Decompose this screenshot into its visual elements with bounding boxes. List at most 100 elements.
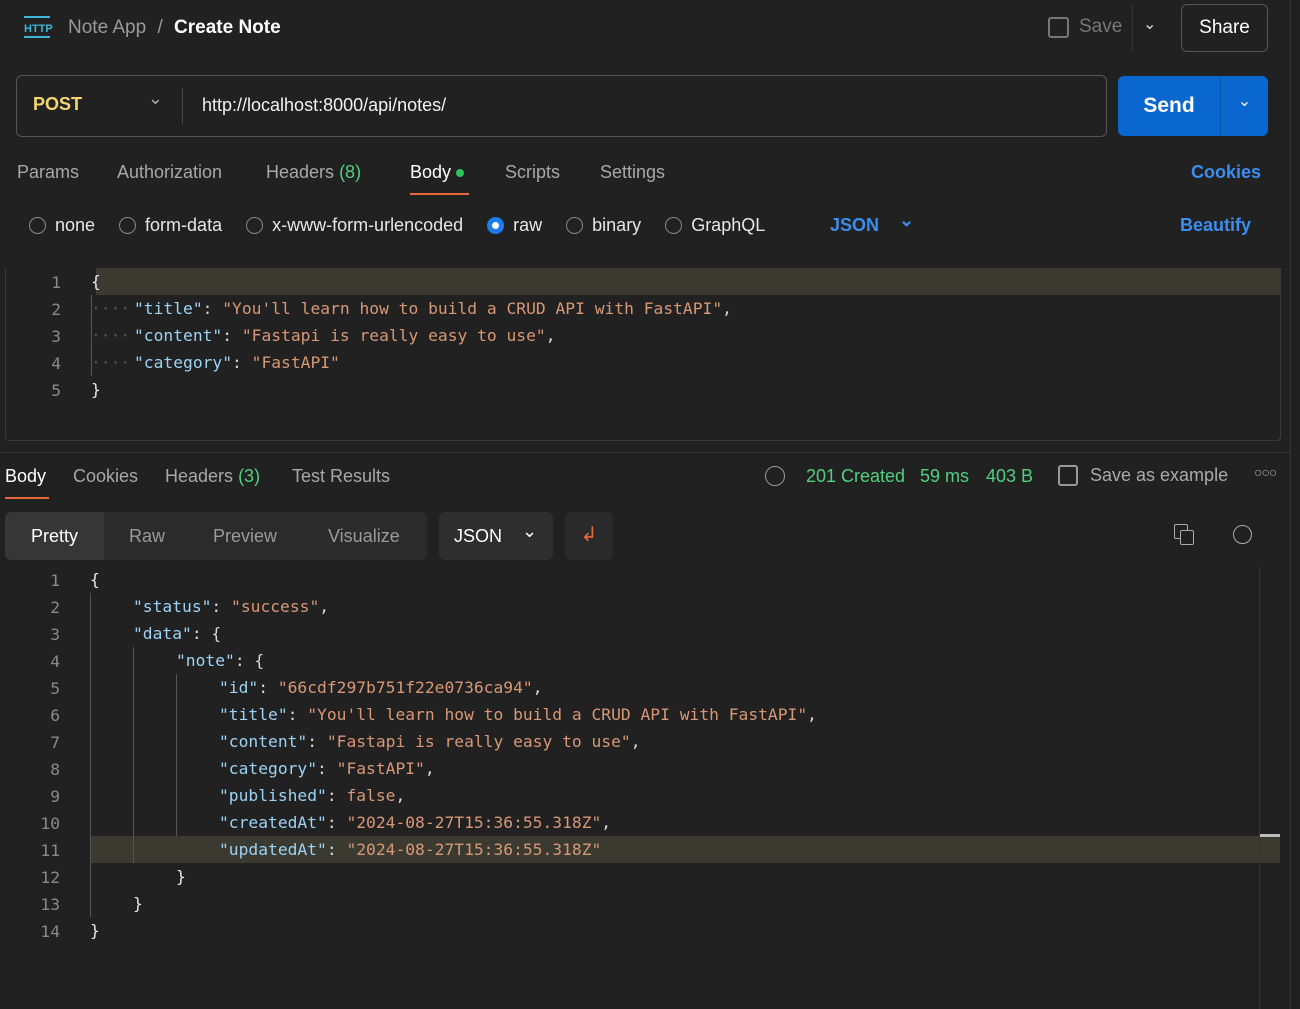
code-token: : xyxy=(326,840,347,859)
radio-icon[interactable] xyxy=(246,217,264,234)
tab-scripts[interactable]: Scripts xyxy=(505,162,560,183)
resp-tab-body[interactable]: Body xyxy=(5,466,46,487)
response-time[interactable]: 59 ms xyxy=(920,466,969,487)
response-format-select[interactable]: JSON ⌄ xyxy=(439,512,553,560)
code-token: } xyxy=(90,921,100,940)
code-token: } xyxy=(133,894,143,913)
tab-authorization[interactable]: Authorization xyxy=(117,162,222,183)
body-type-x-www-form-urlencoded[interactable]: x-www-form-urlencoded xyxy=(246,215,463,236)
breadcrumb-parent[interactable]: Note App xyxy=(68,17,146,38)
send-options-chevron-icon[interactable]: ⌄ xyxy=(1220,76,1268,136)
resp-tab-cookies[interactable]: Cookies xyxy=(73,466,138,487)
radio-icon[interactable] xyxy=(119,217,137,234)
url-input[interactable]: http://localhost:8000/api/notes/ xyxy=(202,95,446,116)
line-number: 5 xyxy=(51,381,61,400)
code-token: , xyxy=(722,299,732,318)
indent-guide xyxy=(133,647,134,863)
code-token: , xyxy=(601,813,612,832)
code-token: "title" xyxy=(219,705,288,724)
code-line: { xyxy=(90,566,1280,593)
search-icon[interactable] xyxy=(1233,525,1252,544)
tab-settings[interactable]: Settings xyxy=(600,162,665,183)
save-as-example-button[interactable]: Save as example xyxy=(1058,465,1228,486)
body-type-none[interactable]: none xyxy=(29,215,95,236)
code-token: "title" xyxy=(134,299,203,318)
tab-body[interactable]: Body xyxy=(410,162,465,183)
chevron-down-icon: ⌄ xyxy=(522,521,538,541)
save-dropdown-chevron-icon[interactable]: ⌄ xyxy=(1143,14,1156,34)
view-visualize[interactable]: Visualize xyxy=(328,526,400,547)
scrollbar[interactable] xyxy=(1259,566,1280,1009)
code-line: "data": { xyxy=(133,620,1280,647)
line-number: 7 xyxy=(50,733,60,752)
body-type-graphql[interactable]: GraphQL xyxy=(665,215,765,236)
chevron-down-icon: ⌄ xyxy=(147,88,163,108)
view-raw[interactable]: Raw xyxy=(129,526,165,547)
format-label: JSON xyxy=(830,215,880,235)
save-label: Save xyxy=(1079,16,1123,37)
radio-icon[interactable] xyxy=(29,217,46,234)
send-button[interactable]: Send xyxy=(1118,76,1220,136)
wrap-lines-icon[interactable]: ↲ xyxy=(565,512,613,560)
code-token: "You'll learn how to build a CRUD API wi… xyxy=(307,705,808,724)
code-token: : xyxy=(317,759,337,778)
resp-tab-test-results[interactable]: Test Results xyxy=(292,466,390,487)
cookies-link[interactable]: Cookies xyxy=(1191,162,1261,183)
code-line: ···· "category": "FastAPI" xyxy=(91,349,1280,376)
tab-headers[interactable]: Headers (8) xyxy=(266,162,361,183)
code-token: "66cdf297b751f22e0736ca94" xyxy=(277,678,533,697)
code-token: "FastAPI" xyxy=(251,353,340,372)
beautify-button[interactable]: Beautify xyxy=(1180,215,1251,236)
radio-label: binary xyxy=(592,215,642,235)
share-button[interactable]: Share xyxy=(1181,4,1268,52)
radio-label: GraphQL xyxy=(691,215,766,235)
tab-params[interactable]: Params xyxy=(17,162,79,183)
copy-icon[interactable] xyxy=(1174,524,1194,546)
radio-label: none xyxy=(55,215,96,235)
resp-tab-headers[interactable]: Headers (3) xyxy=(165,466,260,487)
code-token: : { xyxy=(234,651,265,670)
indent-guide xyxy=(90,593,91,917)
radio-icon[interactable] xyxy=(566,217,584,234)
code-line: "content": "Fastapi is really easy to us… xyxy=(219,728,1280,755)
code-line: "published": false, xyxy=(219,782,1280,809)
globe-icon[interactable] xyxy=(765,466,785,486)
line-number: 13 xyxy=(40,895,60,914)
code-token: : xyxy=(222,326,242,345)
status-code[interactable]: 201 Created xyxy=(806,466,905,487)
whitespace-marker: ···· xyxy=(91,326,131,345)
body-type-binary[interactable]: binary xyxy=(566,215,641,236)
save-button[interactable]: Save xyxy=(1048,16,1122,38)
code-token: "success" xyxy=(231,597,320,616)
code-token: "Fastapi is really easy to use" xyxy=(326,732,631,751)
code-line: "createdAt": "2024-08-27T15:36:55.318Z", xyxy=(219,809,1280,836)
format-label: JSON xyxy=(454,526,503,546)
body-type-form-data[interactable]: form-data xyxy=(119,215,222,236)
code-token: : xyxy=(287,705,308,724)
code-token: "You'll learn how to build a CRUD API wi… xyxy=(222,299,723,318)
code-token: "FastAPI" xyxy=(336,759,425,778)
method-select[interactable]: POST ⌄ xyxy=(33,88,163,115)
code-token: "status" xyxy=(133,597,212,616)
view-pretty[interactable]: Pretty xyxy=(5,512,104,560)
line-number: 9 xyxy=(50,787,60,806)
code-token: } xyxy=(176,867,186,886)
tab-label: Body xyxy=(410,162,452,182)
line-number: 11 xyxy=(40,841,60,860)
code-token: } xyxy=(91,380,101,399)
radio-icon[interactable] xyxy=(487,217,505,234)
radio-icon[interactable] xyxy=(665,217,683,234)
view-preview[interactable]: Preview xyxy=(213,526,277,547)
body-format-select[interactable]: JSON ⌄ xyxy=(830,210,914,236)
chevron-down-icon: ⌄ xyxy=(899,210,915,230)
headers-count: (3) xyxy=(238,466,261,486)
request-body-editor[interactable]: 1{2 ···· "title": "You'll learn how to bui… xyxy=(5,268,1281,441)
more-options-icon[interactable]: ○○○ xyxy=(1254,464,1277,480)
response-body-viewer[interactable]: 1{2 "status": "success", 3 "data": {4 "note"… xyxy=(0,566,1280,1009)
response-size[interactable]: 403 B xyxy=(986,466,1033,487)
code-token: "createdAt" xyxy=(219,813,327,832)
body-type-raw[interactable]: raw xyxy=(487,215,542,236)
indent-guide xyxy=(91,295,92,376)
scrollbar-thumb[interactable] xyxy=(1260,834,1280,837)
code-line: "status": "success", xyxy=(133,593,1280,620)
